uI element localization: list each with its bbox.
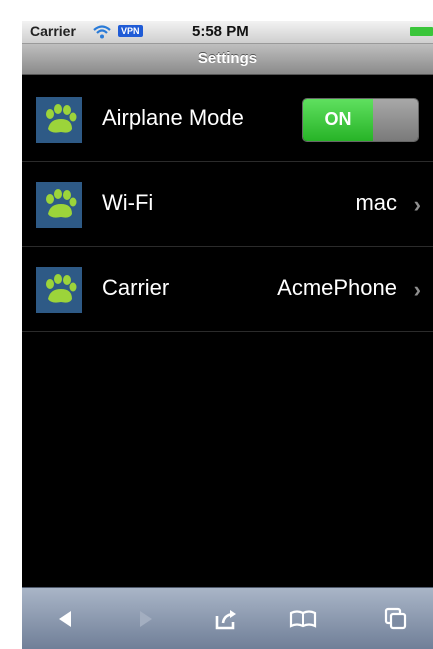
toggle-knob[interactable]	[373, 99, 418, 141]
paw-icon	[36, 182, 82, 228]
toggle-on-label: ON	[324, 109, 352, 129]
row-value-wifi: mac	[355, 190, 397, 215]
phone-screen: Carrier VPN 5:58 PM Settings Airplane Mo…	[22, 21, 433, 649]
row-label-carrier: Carrier	[102, 275, 170, 300]
share-icon[interactable]	[211, 604, 241, 634]
tabs-icon[interactable]	[381, 604, 411, 634]
chevron-right-icon: ›	[413, 192, 421, 217]
navigation-bar: Settings	[22, 44, 433, 75]
page-title: Settings	[197, 50, 258, 67]
status-time: 5:58 PM	[192, 23, 249, 40]
battery-icon	[410, 27, 433, 36]
paw-icon	[36, 97, 82, 143]
row-label-wifi: Wi-Fi	[102, 190, 154, 215]
paw-icon	[36, 267, 82, 313]
forward-icon[interactable]	[130, 604, 160, 634]
toggle-on-track: ON	[303, 99, 373, 141]
row-label-airplane-mode: Airplane Mode	[102, 105, 244, 130]
settings-row-carrier[interactable]: Carrier AcmePhone ›	[22, 247, 433, 332]
status-bar: Carrier VPN 5:58 PM	[22, 21, 433, 44]
vpn-badge: VPN	[118, 25, 143, 37]
row-value-carrier: AcmePhone	[277, 275, 397, 300]
bookmarks-icon[interactable]	[288, 604, 318, 634]
settings-row-airplane-mode[interactable]: Airplane Mode ON	[22, 77, 433, 162]
browser-toolbar	[22, 587, 433, 649]
settings-row-wifi[interactable]: Wi-Fi mac ›	[22, 162, 433, 247]
chevron-right-icon: ›	[413, 277, 421, 302]
carrier-name: Carrier	[30, 23, 76, 39]
wifi-icon	[93, 24, 111, 40]
back-icon[interactable]	[51, 604, 81, 634]
airplane-mode-toggle[interactable]: ON	[302, 98, 419, 142]
